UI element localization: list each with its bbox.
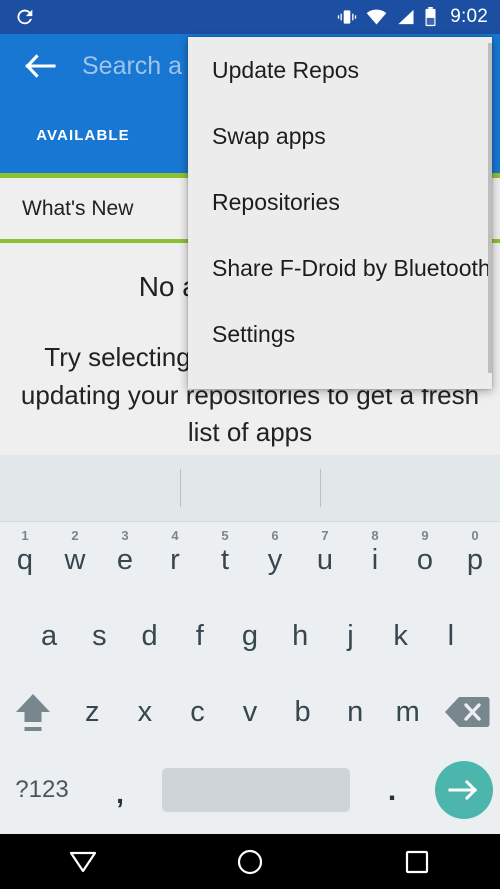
key-p-label: p [466,543,484,576]
search-input[interactable]: Search a [82,52,182,81]
key-space[interactable] [162,768,350,812]
key-w-number-hint: 2 [71,528,79,543]
key-o-label: o [416,543,434,576]
key-r[interactable]: 4r [150,522,200,598]
key-symbols[interactable]: ?123 [0,776,84,804]
suggestion-divider [320,469,321,507]
key-s[interactable]: s [74,598,124,674]
nav-recents-icon[interactable] [333,849,500,875]
key-g[interactable]: g [225,598,275,674]
key-comma[interactable]: , [84,780,156,808]
key-u-label: u [316,543,334,576]
key-o-number-hint: 9 [421,528,429,543]
key-a[interactable]: a [24,598,74,674]
status-bar-left-icons [14,6,36,28]
status-bar: 9:02 [0,0,500,34]
key-t[interactable]: 5t [200,522,250,598]
key-r-number-hint: 4 [171,528,179,543]
key-i-number-hint: 8 [371,528,379,543]
menu-item-settings[interactable]: Settings [188,301,492,367]
key-t-number-hint: 5 [221,528,229,543]
navigation-bar [0,834,500,889]
android-screen: 9:02 Search a AVAILABLE What's New No ap… [0,0,500,889]
key-b[interactable]: b [276,674,329,750]
wifi-icon [366,9,387,25]
battery-icon [424,7,437,27]
key-o[interactable]: 9o [400,522,450,598]
shift-icon[interactable] [0,689,66,735]
key-period[interactable]: . [356,776,428,806]
key-w-label: w [64,543,86,576]
menu-item-update-repos[interactable]: Update Repos [188,37,492,103]
status-bar-right-icons: 9:02 [337,6,488,28]
menu-item-share-fdroid-bluetooth[interactable]: Share F-Droid by Bluetooth [188,235,492,301]
vibrate-icon [337,9,357,25]
key-u[interactable]: 7u [300,522,350,598]
key-e-label: e [116,543,134,576]
keyboard-row-bottom: ?123 , . [0,750,500,830]
overflow-menu[interactable]: Update Repos Swap apps Repositories Shar… [188,37,492,389]
key-h[interactable]: h [275,598,325,674]
key-z[interactable]: z [66,674,119,750]
nav-back-icon[interactable] [0,849,167,875]
key-n[interactable]: n [329,674,382,750]
key-e[interactable]: 3e [100,522,150,598]
menu-item-repositories[interactable]: Repositories [188,169,492,235]
key-r-label: r [170,543,180,576]
key-i[interactable]: 8i [350,522,400,598]
section-header-label: What's New [22,196,134,220]
key-y-label: y [267,543,283,576]
key-c[interactable]: c [171,674,224,750]
backspace-icon[interactable] [434,694,500,730]
key-l[interactable]: l [426,598,476,674]
keyboard-row-2: a s d f g h j k l [0,598,500,674]
key-x[interactable]: x [119,674,172,750]
menu-item-swap-apps[interactable]: Swap apps [188,103,492,169]
keyboard-row-1: 1q 2w 3e 4r 5t 6y 7u 8i 9o 0p [0,522,500,598]
key-y[interactable]: 6y [250,522,300,598]
key-y-number-hint: 6 [271,528,279,543]
key-m[interactable]: m [381,674,434,750]
suggestion-divider [180,469,181,507]
tab-available[interactable]: AVAILABLE [0,127,166,144]
key-k[interactable]: k [376,598,426,674]
key-j[interactable]: j [325,598,375,674]
key-v[interactable]: v [224,674,277,750]
key-p-number-hint: 0 [471,528,479,543]
key-enter[interactable] [428,761,500,819]
key-e-number-hint: 3 [121,528,129,543]
key-f[interactable]: f [175,598,225,674]
key-p[interactable]: 0p [450,522,500,598]
key-i-label: i [371,543,379,576]
enter-arrow-icon [435,761,493,819]
key-w[interactable]: 2w [50,522,100,598]
key-d[interactable]: d [124,598,174,674]
key-q-number-hint: 1 [21,528,29,543]
nav-home-icon[interactable] [167,848,334,876]
key-t-label: t [220,543,230,576]
key-q[interactable]: 1q [0,522,50,598]
refresh-icon [14,6,36,28]
menu-scrollbar[interactable] [488,43,492,373]
suggestion-strip[interactable] [0,455,500,522]
key-q-label: q [16,543,34,576]
status-bar-clock: 9:02 [450,6,488,27]
cell-signal-icon [396,9,415,25]
back-arrow-icon[interactable] [12,52,68,80]
keyboard-row-3: z x c v b n m [0,674,500,750]
key-u-number-hint: 7 [321,528,329,543]
soft-keyboard: 1q 2w 3e 4r 5t 6y 7u 8i 9o 0p a s d f g … [0,455,500,834]
